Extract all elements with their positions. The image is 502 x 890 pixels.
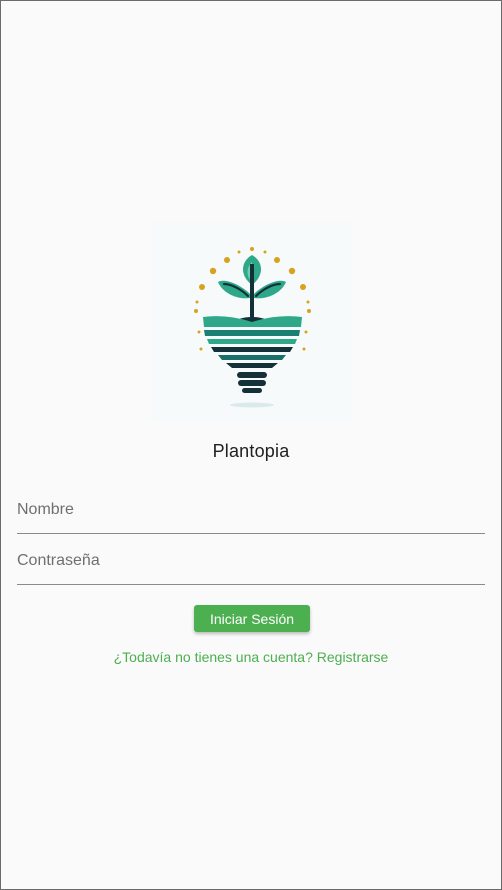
register-link[interactable]: ¿Todavía no tienes una cuenta? Registrar… [1, 649, 501, 665]
username-input[interactable] [17, 501, 485, 519]
password-field[interactable] [17, 544, 485, 585]
username-field[interactable] [17, 493, 485, 534]
login-button[interactable]: Iniciar Sesión [194, 605, 310, 632]
login-screen: Plantopia Iniciar Sesión ¿Todavía no tie… [0, 0, 502, 890]
app-logo [152, 222, 352, 422]
password-input[interactable] [17, 552, 485, 570]
plant-lightbulb-icon [194, 247, 311, 408]
app-title: Plantopia [212, 441, 290, 461]
